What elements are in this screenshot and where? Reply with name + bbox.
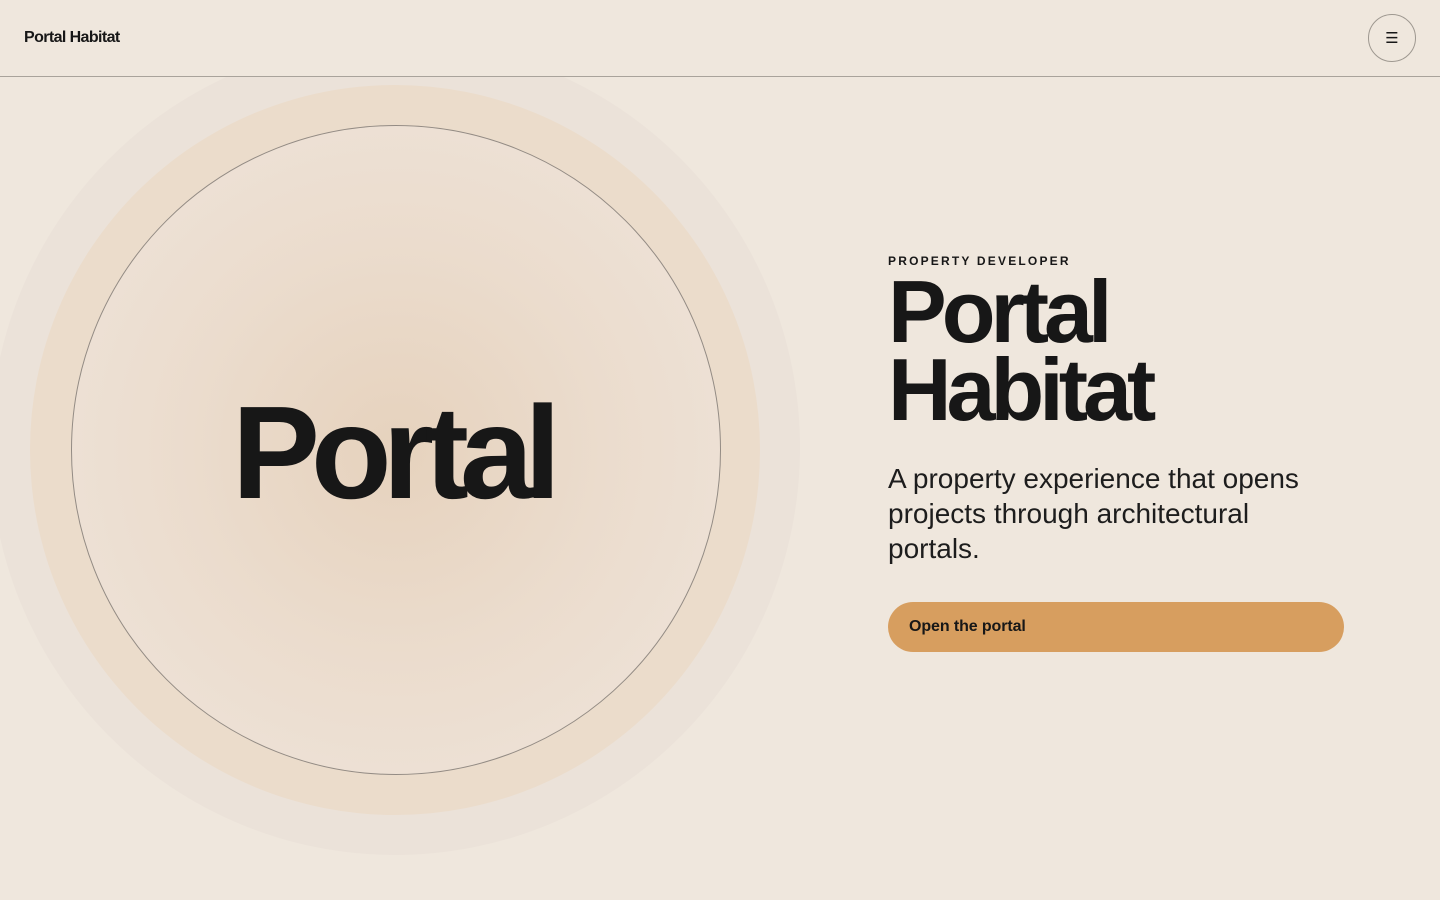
- hamburger-menu-icon: ☰: [1385, 28, 1399, 47]
- brand-logo[interactable]: Portal Habitat: [24, 28, 120, 48]
- hero-description: A property experience that opens project…: [888, 463, 1299, 564]
- open-portal-button[interactable]: Open the portal: [888, 602, 1344, 652]
- portal-word: Portal: [231, 379, 561, 526]
- open-portal-button-label: Open the portal: [909, 618, 1026, 635]
- hero-title: Portal Habitat: [888, 268, 1358, 439]
- hero-title-line-2: Habitat: [888, 340, 1156, 439]
- site-header: Portal Habitat ☰: [0, 0, 1440, 77]
- hero-copy: PROPERTY DEVELOPER Portal Habitat A prop…: [888, 254, 1358, 652]
- menu-button[interactable]: ☰: [1368, 14, 1416, 62]
